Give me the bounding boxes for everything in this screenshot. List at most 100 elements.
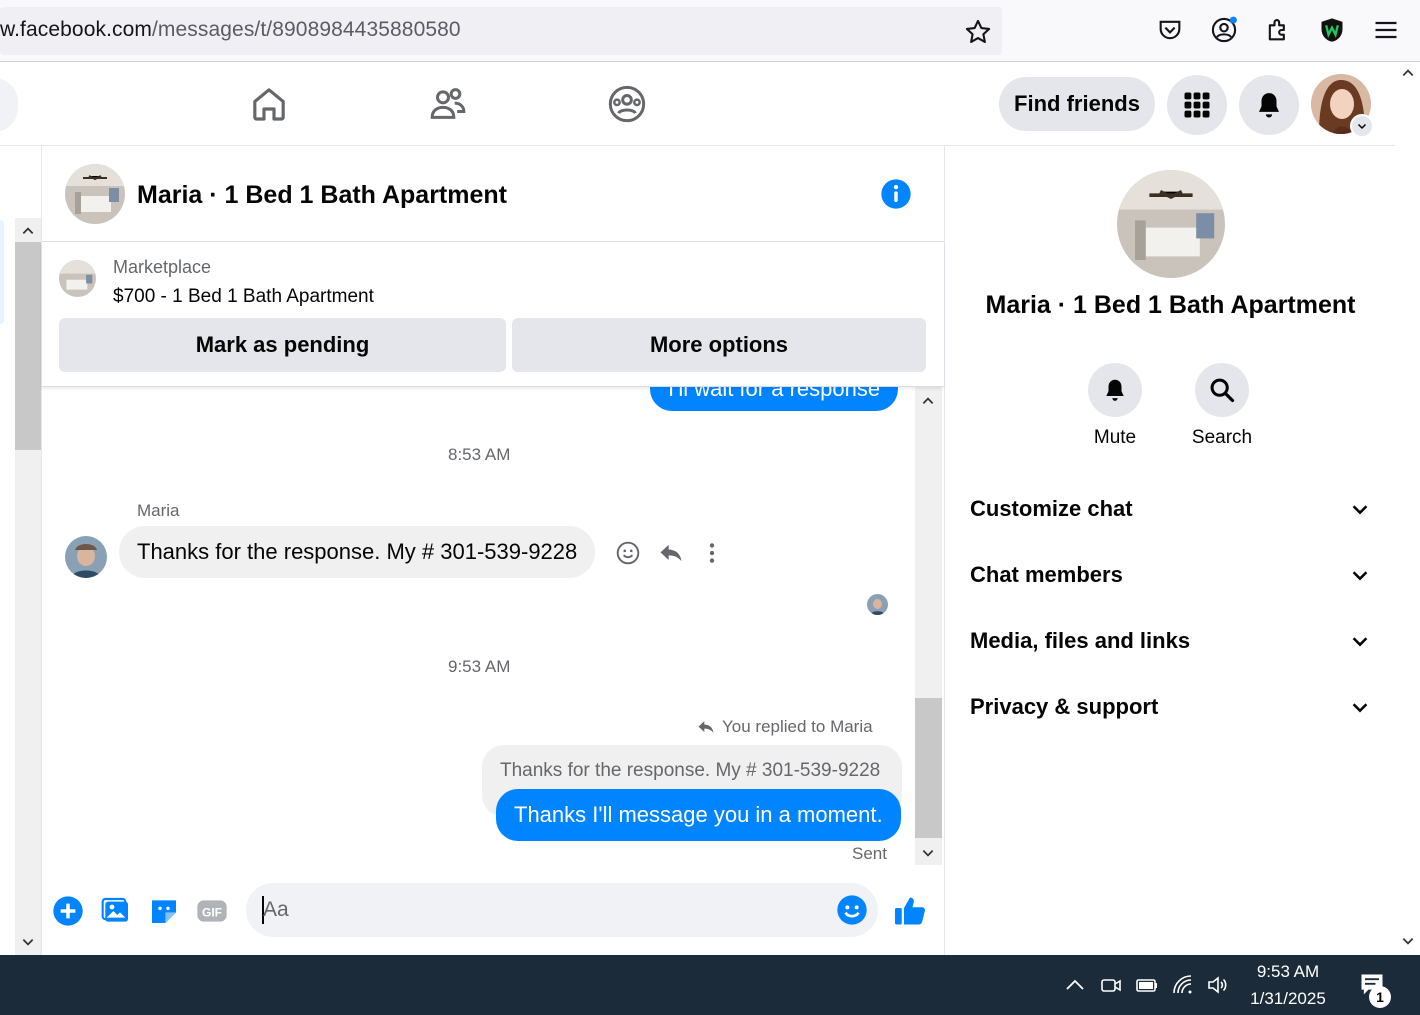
chat-avatar[interactable] xyxy=(65,164,125,224)
shield-extension-icon[interactable] xyxy=(1318,16,1346,44)
marketplace-label: Marketplace xyxy=(113,257,212,277)
chevron-down-icon xyxy=(1352,571,1368,581)
conversation-title: Maria · 1 Bed 1 Bath Apartment xyxy=(985,291,1356,319)
reply-context: You replied to Maria xyxy=(696,717,873,737)
notifications-button[interactable] xyxy=(1239,75,1299,135)
page-scrollbar[interactable] xyxy=(1395,62,1420,955)
chevron-down-icon xyxy=(1352,637,1368,647)
extensions-icon[interactable] xyxy=(1264,16,1292,44)
apartment-photo xyxy=(1117,170,1225,278)
scroll-up-icon[interactable] xyxy=(21,224,35,238)
windows-taskbar: 9:53 AM 1/31/2025 1 xyxy=(0,955,1420,1015)
account-menu-button[interactable] xyxy=(1350,114,1374,138)
message-bubble-outgoing[interactable]: Thanks I'll message you in a moment. xyxy=(496,789,901,841)
scroll-down-icon[interactable] xyxy=(21,935,35,949)
reply-context-text: You replied to Maria xyxy=(722,717,873,736)
messages-scroll-thumb[interactable] xyxy=(915,698,942,838)
message-text: I'll wait for a response xyxy=(668,387,881,401)
scroll-up-icon[interactable] xyxy=(1401,66,1415,80)
wifi-icon[interactable] xyxy=(1171,973,1195,997)
sticker-icon[interactable] xyxy=(148,895,180,927)
plus-icon[interactable] xyxy=(52,895,84,927)
menu-grid-button[interactable] xyxy=(1167,75,1227,135)
find-friends-button[interactable]: Find friends xyxy=(999,77,1155,131)
reply-icon[interactable] xyxy=(657,539,685,567)
selected-chat-indicator xyxy=(0,220,4,324)
section-label: Privacy & support xyxy=(970,694,1159,719)
more-options-button[interactable]: More options xyxy=(512,318,926,372)
url-path: /messages/t/8908984435880580 xyxy=(151,18,461,41)
url-text[interactable]: w.facebook.com/messages/t/89089844358805… xyxy=(0,18,461,42)
url-host: w.facebook.com xyxy=(0,18,152,41)
message-input-placeholder: Aa xyxy=(263,898,289,921)
conversation-avatar[interactable] xyxy=(1117,170,1225,278)
address-bar[interactable]: w.facebook.com/messages/t/89089844358805… xyxy=(0,7,1002,55)
message-list: I'll wait for a response 8:53 AM Maria T… xyxy=(42,387,915,877)
chat-members-section[interactable]: Chat members xyxy=(945,546,1396,604)
customize-chat-section[interactable]: Customize chat xyxy=(945,480,1396,538)
media-files-links-section[interactable]: Media, files and links xyxy=(945,612,1396,670)
clock-date[interactable]: 1/31/2025 xyxy=(1236,989,1340,1009)
facebook-header: Find friends xyxy=(0,62,1395,146)
scroll-down-icon[interactable] xyxy=(921,846,935,860)
info-icon[interactable] xyxy=(880,178,912,210)
message-bubble-outgoing[interactable]: I'll wait for a response xyxy=(650,387,899,411)
search-field-edge[interactable] xyxy=(0,78,18,132)
volume-icon[interactable] xyxy=(1206,973,1230,997)
listing-title[interactable]: $700 - 1 Bed 1 Bath Apartment xyxy=(113,286,374,308)
message-text: Thanks for the response. My # 301-539-92… xyxy=(137,539,578,564)
mute-label: Mute xyxy=(1093,427,1137,448)
react-emoji-icon[interactable] xyxy=(615,540,641,566)
chat-title[interactable]: Maria · 1 Bed 1 Bath Apartment xyxy=(137,181,507,210)
marketplace-banner: Marketplace $700 - 1 Bed 1 Bath Apartmen… xyxy=(42,242,944,387)
message-bubble-incoming[interactable]: Thanks for the response. My # 301-539-92… xyxy=(119,526,596,578)
quoted-text: Thanks for the response. My # 301-539-92… xyxy=(500,760,881,781)
conversation-details-panel: Maria · 1 Bed 1 Bath Apartment Mute Sear… xyxy=(944,146,1395,955)
menu-icon[interactable] xyxy=(1372,16,1400,44)
section-label: Media, files and links xyxy=(970,628,1191,653)
bell-icon xyxy=(1259,93,1279,118)
mute-button[interactable]: Mute xyxy=(1060,363,1170,449)
read-receipt-photo xyxy=(867,594,888,615)
account-icon[interactable] xyxy=(1210,16,1238,44)
groups-icon[interactable] xyxy=(607,84,647,124)
message-input[interactable]: Aa xyxy=(246,883,878,937)
meet-now-icon[interactable] xyxy=(1099,973,1123,997)
chevron-down-icon xyxy=(1352,505,1368,515)
search-in-conversation-button[interactable]: Search xyxy=(1167,363,1277,449)
more-vertical-icon[interactable] xyxy=(699,540,725,566)
photo-icon[interactable] xyxy=(100,895,132,927)
gif-icon[interactable]: GIF xyxy=(196,895,228,927)
message-status: Sent xyxy=(852,844,887,863)
thumbs-up-icon[interactable] xyxy=(892,893,928,929)
scroll-down-icon[interactable] xyxy=(1401,934,1415,948)
apartment-photo xyxy=(59,260,96,297)
home-icon[interactable] xyxy=(249,84,289,124)
apartment-photo xyxy=(65,164,125,224)
sender-avatar[interactable] xyxy=(65,536,107,578)
browser-toolbar: w.facebook.com/messages/t/89089844358805… xyxy=(0,0,1420,62)
sender-photo xyxy=(65,536,107,578)
chevron-down-icon xyxy=(1357,123,1367,130)
timestamp: 9:53 AM xyxy=(448,657,511,676)
timestamp: 8:53 AM xyxy=(448,445,511,464)
chevron-up-icon[interactable] xyxy=(1063,973,1087,997)
section-label: Chat members xyxy=(970,562,1123,587)
friends-icon[interactable] xyxy=(428,84,468,124)
notification-count-badge: 1 xyxy=(1369,986,1391,1008)
emoji-icon[interactable] xyxy=(836,894,868,926)
bookmark-star-icon[interactable] xyxy=(964,18,992,46)
battery-icon[interactable] xyxy=(1135,973,1159,997)
reply-icon xyxy=(698,721,714,733)
read-receipt-avatar xyxy=(867,594,888,615)
privacy-support-section[interactable]: Privacy & support xyxy=(945,678,1396,736)
search-icon xyxy=(1210,378,1235,403)
search-label: Search xyxy=(1191,427,1253,448)
chat-list-scroll-thumb[interactable] xyxy=(15,242,41,450)
mark-as-pending-button[interactable]: Mark as pending xyxy=(59,318,506,372)
chat-header: Maria · 1 Bed 1 Bath Apartment xyxy=(42,146,944,242)
clock-time[interactable]: 9:53 AM xyxy=(1236,962,1340,982)
scroll-up-icon[interactable] xyxy=(921,394,935,408)
marketplace-thumbnail[interactable] xyxy=(59,260,96,297)
pocket-icon[interactable] xyxy=(1156,16,1184,44)
